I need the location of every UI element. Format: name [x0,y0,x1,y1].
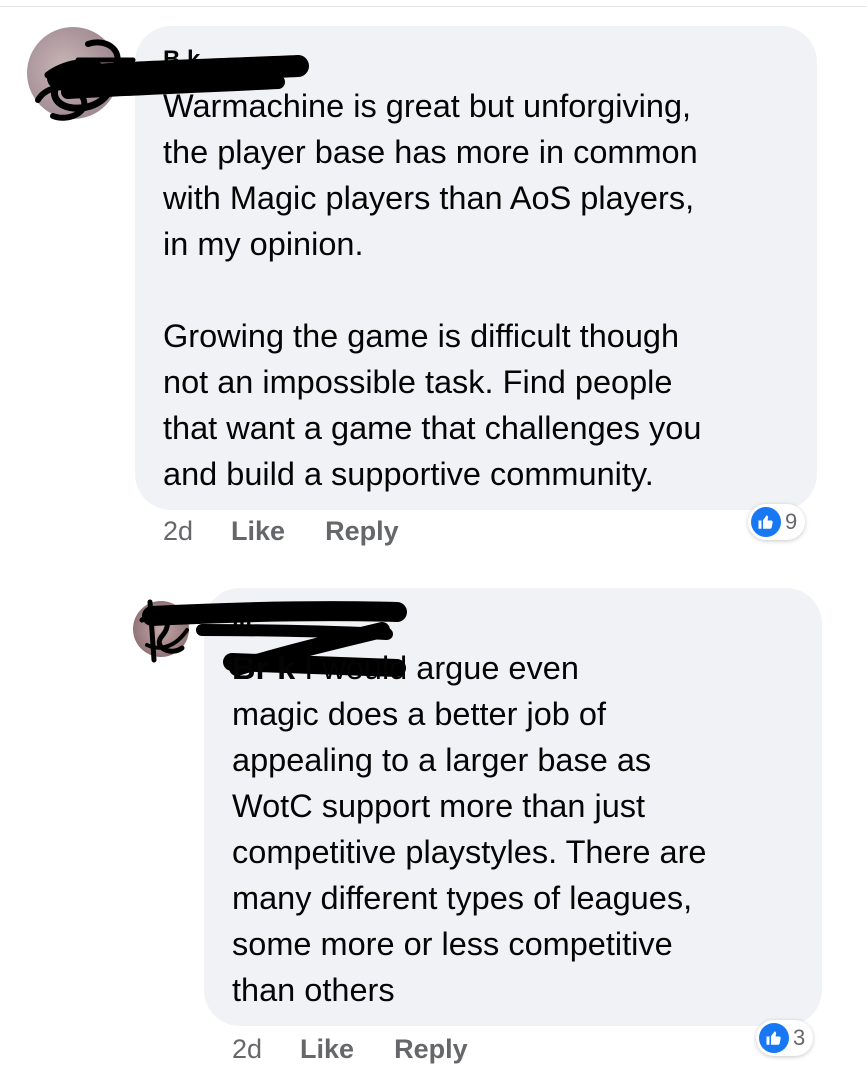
comment-actions: 2d Like Reply [163,516,439,547]
reply-button[interactable]: Reply [394,1034,468,1065]
thumbs-up-icon [759,1023,789,1053]
comment-text: Br k I would argue even magic does a bet… [232,645,812,1013]
comment-timestamp[interactable]: 2d [163,516,193,547]
thumbs-up-icon [751,507,781,537]
top-divider [0,0,867,7]
like-button[interactable]: Like [231,516,285,547]
comment-timestamp[interactable]: 2d [232,1034,262,1065]
reaction-count: 3 [793,1025,806,1050]
reaction-count-badge[interactable]: 9 [748,504,806,540]
comment-actions: 2d Like Reply [232,1034,508,1065]
reply-button[interactable]: Reply [325,516,399,547]
comment-text: Warmachine is great but unforgiving, the… [163,88,702,492]
reaction-count-badge[interactable]: 3 [756,1020,814,1056]
comment-text-body: I would argue even magic does a better j… [232,650,707,1008]
mentioned-user-link[interactable]: Br k [232,650,295,686]
like-button[interactable]: Like [300,1034,354,1065]
reaction-count: 9 [785,509,798,534]
